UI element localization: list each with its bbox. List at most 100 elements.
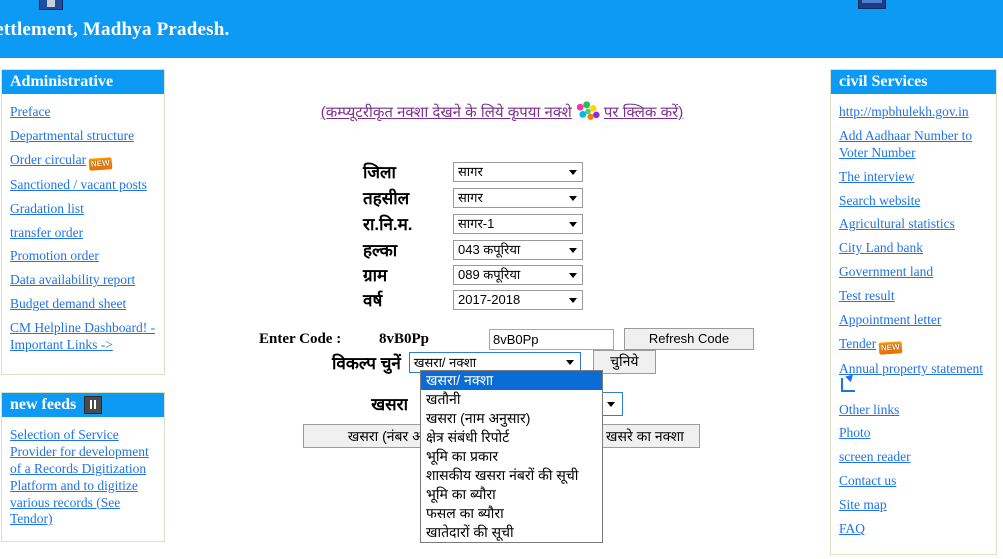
select-village-value: 089 कपूरिया bbox=[453, 264, 583, 285]
khasra-map-button[interactable]: खसरे का नक्शा bbox=[590, 424, 700, 448]
link-label: Site map bbox=[839, 497, 887, 512]
select-ranim-value: सागर-1 bbox=[453, 213, 583, 234]
sidebar-link-data-availability-report[interactable]: Data availability report bbox=[10, 272, 156, 289]
sidebar-link-tender[interactable]: Tender NEW bbox=[839, 335, 988, 355]
link-label: Tender bbox=[839, 335, 877, 351]
sidebar-link-government-land[interactable]: Government land bbox=[839, 264, 988, 281]
link-label: Budget demand sheet bbox=[10, 296, 127, 312]
sidebar-link-appointment-letter[interactable]: Appointment letter bbox=[839, 312, 988, 329]
option-dropdown-list[interactable]: खसरा/ नक्शा खतौनी खसरा (नाम अनुसार) क्षे… bbox=[420, 370, 603, 543]
form-row-village: ग्राम 089 कपूरिया bbox=[363, 263, 583, 286]
link-label: Sanctioned / vacant posts bbox=[10, 176, 147, 192]
sidebar-link-photo[interactable]: Photo bbox=[839, 425, 988, 442]
sidebar-link-departmental-structure[interactable]: Departmental structure bbox=[10, 128, 156, 145]
new-feeds-heading: new feeds bbox=[2, 393, 164, 417]
link-label: Selection of Service Provider for develo… bbox=[10, 427, 149, 527]
dropdown-option[interactable]: शासकीय खसरा नंबरों की सूची bbox=[421, 466, 602, 485]
sidebar-link-test-result[interactable]: Test result bbox=[839, 288, 988, 305]
site-banner: nd Settlement, Madhya Pradesh. bbox=[0, 0, 1003, 58]
madhya-pradesh-map-icon[interactable] bbox=[574, 100, 601, 124]
form-row-tehsil: तहसील सागर bbox=[363, 186, 583, 209]
sidebar-link-preface[interactable]: Preface bbox=[10, 104, 156, 121]
select-tehsil-value: सागर bbox=[453, 187, 583, 208]
sidebar-link-screen-reader[interactable]: screen reader bbox=[839, 449, 988, 466]
sidebar-link-gradation-list[interactable]: Gradation list bbox=[10, 201, 156, 218]
option-select-value: खसरा/ नक्शा bbox=[413, 354, 477, 370]
link-label: Departmental structure bbox=[10, 127, 135, 143]
dropdown-option[interactable]: भूमि का ब्यौरा bbox=[421, 485, 602, 504]
pause-icon[interactable] bbox=[84, 396, 103, 414]
label-halka: हल्का bbox=[363, 241, 398, 260]
sidebar-link-order-circular[interactable]: Order circular NEW bbox=[10, 151, 156, 171]
sidebar-link-search-website[interactable]: Search website bbox=[839, 193, 988, 210]
new-badge-icon: NEW bbox=[88, 156, 113, 171]
link-label: Photo bbox=[839, 425, 871, 441]
dropdown-option[interactable]: भूमि का प्रकार bbox=[421, 447, 602, 466]
sidebar-link-annual-property-statement[interactable]: Annual property statement bbox=[839, 361, 988, 395]
link-label: The interview bbox=[839, 168, 915, 184]
dropdown-option[interactable]: खतौनी bbox=[421, 390, 602, 409]
sidebar-link-mpbhulekh[interactable]: http://mpbhulekh.gov.in bbox=[839, 104, 988, 121]
emblem-icon-right bbox=[858, 0, 886, 9]
sidebar-link-faq[interactable]: FAQ bbox=[839, 521, 988, 538]
link-label: Contact us bbox=[839, 473, 897, 489]
link-label: CM Helpline Dashboard! - Important Links… bbox=[10, 320, 156, 352]
sidebar-link-sanctioned-vacant-posts[interactable]: Sanctioned / vacant posts bbox=[10, 177, 156, 194]
select-district[interactable]: सागर bbox=[453, 161, 583, 182]
form-row-ranim: रा.नि.म. सागर-1 bbox=[363, 212, 583, 235]
select-tehsil[interactable]: सागर bbox=[453, 187, 583, 208]
dropdown-option[interactable]: खसरा (नाम अनुसार) bbox=[421, 409, 602, 428]
civil-services-heading: civil Services bbox=[831, 70, 996, 94]
label-year: वर्ष bbox=[363, 291, 383, 310]
link-label: Order circular bbox=[10, 151, 87, 167]
sidebar-link-budget-demand-sheet[interactable]: Budget demand sheet bbox=[10, 296, 156, 313]
sidebar-link-the-interview[interactable]: The interview bbox=[839, 169, 988, 186]
administrative-links: Preface Departmental structure Order cir… bbox=[2, 94, 164, 362]
form-row-district: जिला सागर bbox=[363, 160, 583, 183]
dropdown-option[interactable]: खसरा/ नक्शा bbox=[421, 371, 602, 390]
link-label: Agricultural statistics bbox=[839, 216, 955, 232]
label-village: ग्राम bbox=[363, 266, 388, 285]
site-title: nd Settlement, Madhya Pradesh. bbox=[0, 19, 230, 40]
captcha-row: Enter Code : 8vB0Pp Refresh Code bbox=[259, 328, 754, 350]
select-halka[interactable]: 043 कपूरिया bbox=[453, 239, 583, 260]
select-ranim[interactable]: सागर-1 bbox=[453, 213, 583, 234]
select-village[interactable]: 089 कपूरिया bbox=[453, 264, 583, 285]
map-note-text-after: पर क्लिक करें) bbox=[603, 104, 684, 121]
link-label: Appointment letter bbox=[839, 311, 942, 327]
emblem-icon-left bbox=[39, 0, 63, 10]
map-note-text-before: (कम्प्यूटरीकृत नक्शा देखने के लिये कृपया… bbox=[320, 104, 572, 121]
link-label: Gradation list bbox=[10, 200, 84, 216]
new-feeds-heading-label: new feeds bbox=[10, 396, 77, 413]
form-row-year: वर्ष 2017-2018 bbox=[363, 288, 583, 311]
label-district: जिला bbox=[363, 163, 396, 182]
refresh-code-button[interactable]: Refresh Code bbox=[624, 328, 754, 350]
link-label: Test result bbox=[839, 288, 895, 303]
sidebar-link-contact-us[interactable]: Contact us bbox=[839, 473, 988, 490]
sidebar-link-site-map[interactable]: Site map bbox=[839, 497, 988, 514]
label-tehsil: तहसील bbox=[363, 189, 410, 208]
sidebar-link-agricultural-statistics[interactable]: Agricultural statistics bbox=[839, 216, 988, 233]
sidebar-link-add-aadhaar-to-voter[interactable]: Add Aadhaar Number to Voter Number bbox=[839, 128, 988, 162]
sidebar-link-promotion-order[interactable]: Promotion order bbox=[10, 248, 156, 265]
sidebar-link-other-links[interactable]: Other links bbox=[839, 402, 988, 419]
select-district-value: सागर bbox=[453, 161, 583, 182]
dropdown-option[interactable]: क्षेत्र संबंधी रिपोर्ट bbox=[421, 428, 602, 447]
select-year[interactable]: 2017-2018 bbox=[453, 289, 583, 310]
sidebar-link-city-land-bank[interactable]: City Land bank bbox=[839, 240, 988, 257]
form-row-halka: हल्का 043 कपूरिया bbox=[363, 238, 583, 261]
new-feeds-panel: new feeds Selection of Service Provider … bbox=[1, 392, 165, 542]
dropdown-option[interactable]: खातेदारों की सूची bbox=[421, 523, 602, 542]
civil-services-links: http://mpbhulekh.gov.in Add Aadhaar Numb… bbox=[831, 94, 996, 546]
khasra-label: खसरा bbox=[371, 395, 408, 414]
feed-link-tender[interactable]: Selection of Service Provider for develo… bbox=[10, 427, 156, 528]
sidebar-link-cm-helpline-dashboard[interactable]: CM Helpline Dashboard! - Important Links… bbox=[10, 320, 156, 354]
dropdown-option[interactable]: फसल का ब्यौरा bbox=[421, 504, 602, 523]
map-instruction-note[interactable]: (कम्प्यूटरीकृत नक्शा देखने के लिये कृपया… bbox=[287, 100, 717, 124]
option-select-label: विकल्प चुनें bbox=[332, 353, 401, 373]
captcha-input[interactable] bbox=[489, 328, 614, 350]
civil-services-panel: civil Services http://mpbhulekh.gov.in A… bbox=[830, 69, 997, 555]
captcha-label: Enter Code : bbox=[259, 330, 342, 347]
link-label: Add Aadhaar Number to Voter Number bbox=[839, 127, 973, 160]
sidebar-link-transfer-order[interactable]: transfer order bbox=[10, 225, 156, 242]
